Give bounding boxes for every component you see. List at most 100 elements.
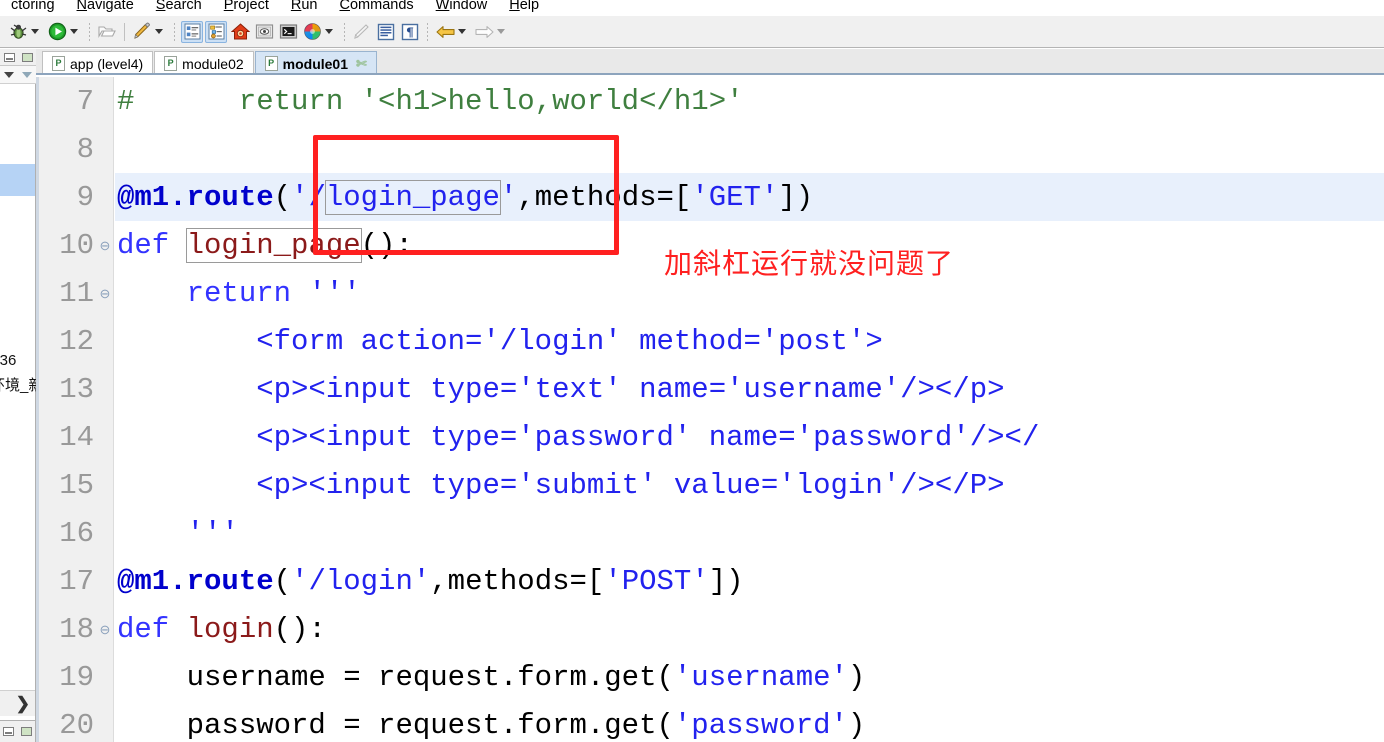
code-token: password = request.form.get( [117,708,674,742]
menu-item-run[interactable]: Run [280,0,329,13]
code-line: 18 ⊖ def login(): [36,605,1384,653]
code-token: 'POST' [604,564,709,598]
pencil-icon[interactable] [351,21,373,43]
svg-text:¶: ¶ [406,24,414,39]
line-number: 12 [59,324,94,358]
home-icon[interactable] [229,21,251,43]
caret-down-icon[interactable] [70,29,78,34]
code-line: 15 <p><input type='submit' value='login'… [36,461,1384,509]
python-file-icon: P [264,56,278,71]
line-number: 10 [59,228,94,262]
tab-label: module02 [182,55,244,72]
code-token: ]) [778,180,814,214]
code-text: def login(): [114,615,1384,644]
editor-tab-module01[interactable]: Pmodule01 ✄ [254,51,377,75]
close-icon[interactable]: ✄ [356,57,367,70]
code-token: ) [847,660,866,694]
caret-down-icon[interactable] [31,29,39,34]
code-token: ( [273,180,292,214]
minimize-icon[interactable] [3,727,15,736]
code-token: 'GET' [691,180,779,214]
code-editor[interactable]: 7 # return '<h1>hello,world</h1>' 8 9 @m1.ro… [36,77,1384,742]
open-folder-icon[interactable] [96,21,118,43]
code-text: ''' [114,519,1384,548]
code-token: login [186,612,274,646]
code-token: @m1.route [117,180,274,214]
arrow-left-icon[interactable] [434,21,456,43]
caret-down-icon[interactable] [497,29,505,34]
play-icon[interactable] [46,21,68,43]
line-number: 18 [59,612,94,646]
toolbar-separator [124,22,125,41]
editor-tab-app-level4-[interactable]: Papp (level4) [42,51,154,75]
menu-item-search[interactable]: Search [145,0,213,13]
editor-tab-bar: Papp (level4) Pmodule02 Pmodule01 ✄ [36,49,1384,75]
line-number: 14 [59,420,94,454]
code-line: 12 <form action='/login' method='post'> [36,317,1384,365]
editor-tab-module02[interactable]: Pmodule02 [154,51,254,75]
menu-items: ctoring Navigate Search Project Run Commands W… [0,0,550,16]
pen-icon[interactable] [131,21,153,43]
caret-down-icon[interactable] [458,29,466,34]
occurrence-highlight: login_page [324,179,501,215]
code-token: username = request.form.get( [117,660,674,694]
line-number: 20 [59,708,94,742]
code-text: <p><input type='text' name='username'/><… [114,375,1384,404]
minimize-icon[interactable] [3,52,15,62]
code-text: @m1.route('/login',methods=['POST']) [114,567,1384,596]
arrow-right-icon[interactable] [473,21,495,43]
preview-icon[interactable] [253,21,275,43]
pilcrow-icon[interactable]: ¶ [399,21,421,43]
code-token: ]) [708,564,744,598]
tab-label: module01 [282,55,349,72]
bug-icon[interactable] [7,21,29,43]
panel-expand-button[interactable]: ❯ [0,690,35,716]
panel-selected-item[interactable] [0,164,35,196]
code-line: 17 @m1.route('/login',methods=['POST']) [36,557,1384,605]
toolbar-separator [427,22,428,41]
menu-item-navigate[interactable]: Navigate [66,0,145,13]
outline-icon[interactable] [375,21,397,43]
fold-toggle-icon[interactable]: ⊖ [96,287,114,300]
panel-window-controls [0,49,36,66]
code-line: 14 <p><input type='password' name='passw… [36,413,1384,461]
line-number: 19 [59,660,94,694]
code-line: 13 <p><input type='text' name='username'… [36,365,1384,413]
tree-view-icon[interactable] [205,20,227,43]
code-token: <p><input type='submit' value='login'/><… [117,468,1005,502]
fold-toggle-icon[interactable]: ⊖ [96,623,114,636]
toolbar-separator [89,22,90,41]
fold-toggle-icon[interactable]: ⊖ [96,239,114,252]
caret-down-icon[interactable] [155,29,163,34]
code-line: 19 username = request.form.get('username… [36,653,1384,701]
list-view-icon[interactable] [181,20,203,43]
code-token: <form action='/login' method='post'> [117,324,883,358]
maximize-icon[interactable] [20,727,32,736]
line-number: 7 [76,84,94,118]
menu-item-help[interactable]: Help [498,0,550,13]
code-token: ,methods=[ [430,564,605,598]
code-text: password = request.form.get('password') [114,711,1384,740]
code-token: 'username' [673,660,848,694]
menu-item-commands[interactable]: Commands [329,0,425,13]
menu-item-ctoring[interactable]: ctoring [0,0,66,13]
menu-item-window[interactable]: Window [425,0,499,13]
annotation-note: 加斜杠运行就没问题了 [664,247,955,280]
occurrence-highlight: login_page [185,227,362,263]
maximize-icon[interactable] [21,52,33,62]
caret-down-icon[interactable] [325,29,333,34]
collapse-all-icon[interactable] [4,71,14,78]
line-number: 9 [76,180,94,214]
color-wheel-icon[interactable] [301,21,323,43]
code-text: @m1.route('/login_page',methods=['GET']) [114,179,1384,215]
menu-bar: ctoring Navigate Search Project Run Commands W… [0,0,1384,16]
terminal-icon[interactable] [277,21,299,43]
tab-label: app (level4) [70,55,144,72]
main-toolbar: ¶ [0,16,1384,48]
panel-bottom-controls [0,720,35,742]
code-token: ''' [186,516,239,550]
view-menu-icon[interactable] [22,71,32,78]
menu-item-project[interactable]: Project [213,0,280,13]
code-line: 20 password = request.form.get('password… [36,701,1384,742]
